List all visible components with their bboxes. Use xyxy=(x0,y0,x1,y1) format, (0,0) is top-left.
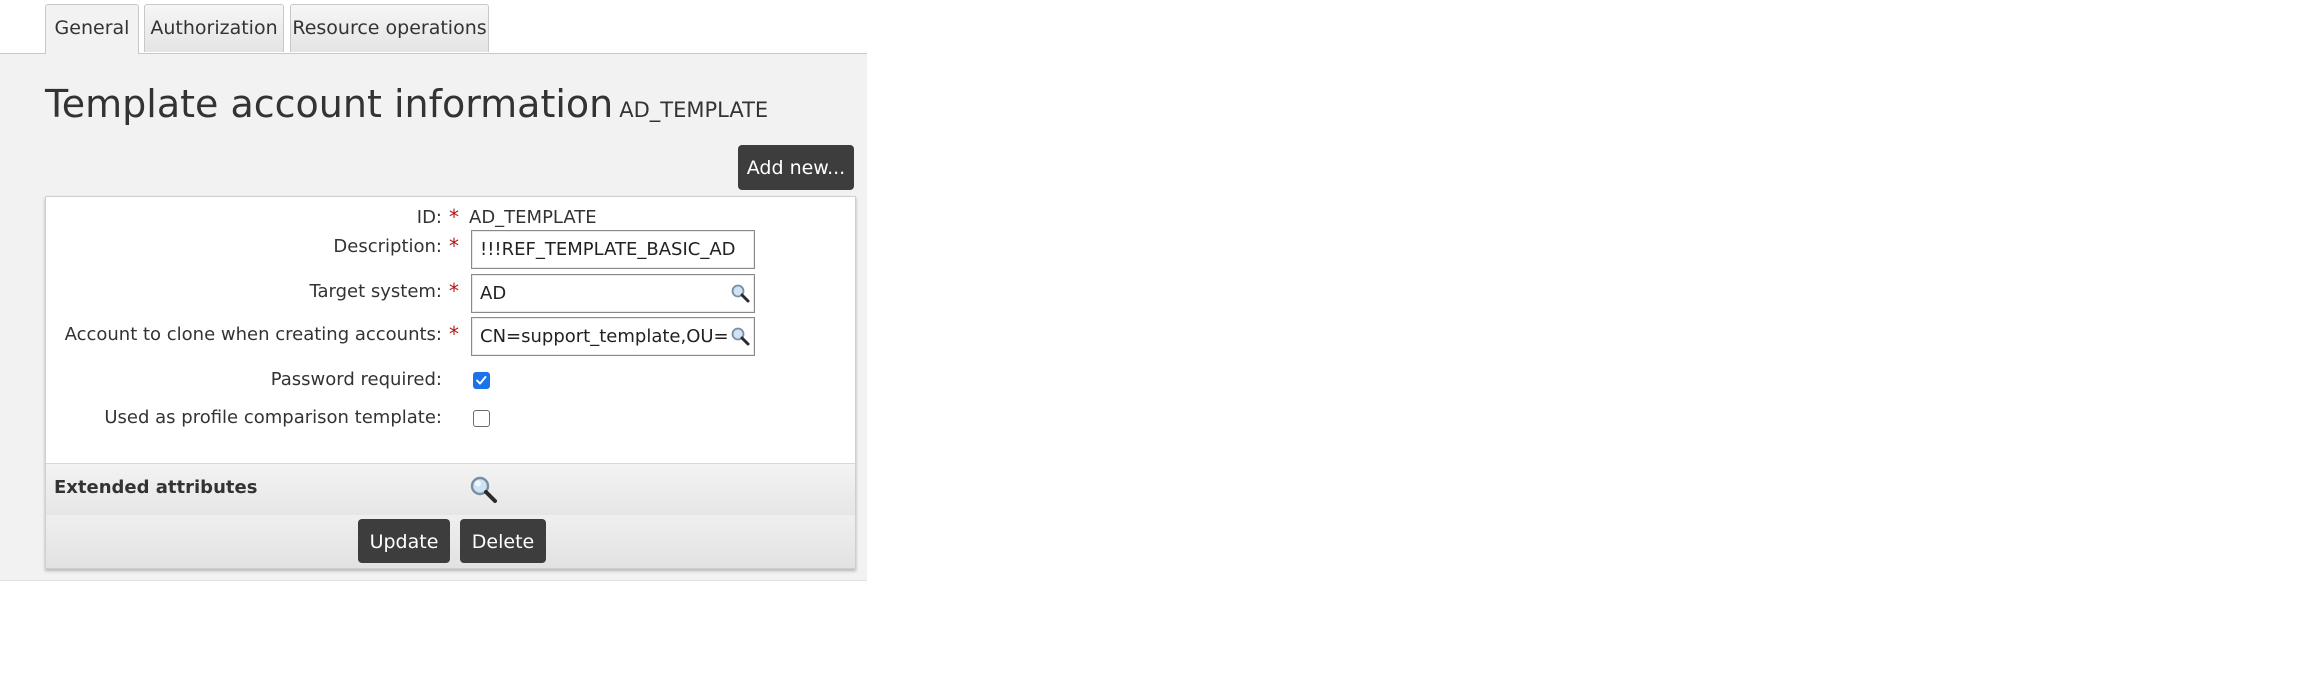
description-label: Description: xyxy=(333,236,442,257)
target-system-value: AD xyxy=(480,283,507,304)
extended-attributes-label: Extended attributes xyxy=(54,477,258,498)
page-title-text: Template account information xyxy=(45,82,614,126)
account-to-clone-value: CN=support_template,OU=Er xyxy=(480,326,748,347)
description-value: !!!REF_TEMPLATE_BASIC_AD xyxy=(480,239,736,260)
required-marker: * xyxy=(449,234,459,258)
page-title: Template account information AD_TEMPLATE xyxy=(45,82,768,126)
required-marker: * xyxy=(449,279,459,303)
password-required-checkbox[interactable] xyxy=(473,372,490,389)
delete-button[interactable]: Delete xyxy=(460,519,546,563)
target-system-field[interactable]: AD xyxy=(471,274,755,313)
app-root: General Authorization Resource operation… xyxy=(0,0,2305,697)
form-actions-bar: Update Delete xyxy=(46,515,855,568)
tab-general[interactable]: General xyxy=(45,4,139,54)
id-label: ID: xyxy=(416,207,442,228)
account-to-clone-field[interactable]: CN=support_template,OU=Er xyxy=(471,317,755,356)
target-system-label: Target system: xyxy=(309,281,442,302)
profile-comparison-checkbox[interactable] xyxy=(473,410,490,427)
checkmark-icon xyxy=(476,376,487,385)
tab-authorization[interactable]: Authorization xyxy=(144,4,284,52)
id-value: AD_TEMPLATE xyxy=(469,207,597,228)
page-subtitle: AD_TEMPLATE xyxy=(619,98,769,122)
tab-bar: General Authorization Resource operation… xyxy=(0,0,867,54)
template-form: ID: * AD_TEMPLATE Description: * !!!REF_… xyxy=(45,196,856,569)
magnifier-icon[interactable] xyxy=(730,283,750,303)
account-to-clone-label: Account to clone when creating accounts: xyxy=(64,324,442,345)
magnifier-icon[interactable] xyxy=(730,326,750,346)
add-new-button[interactable]: Add new... xyxy=(738,145,854,190)
magnifier-icon[interactable] xyxy=(468,474,498,504)
extended-attributes-bar: Extended attributes xyxy=(46,463,855,516)
update-button[interactable]: Update xyxy=(358,519,450,563)
profile-comparison-label: Used as profile comparison template: xyxy=(104,407,442,428)
password-required-label: Password required: xyxy=(270,369,442,390)
content-panel: General Authorization Resource operation… xyxy=(0,0,867,581)
required-marker: * xyxy=(449,205,459,229)
required-marker: * xyxy=(449,322,459,346)
description-field[interactable]: !!!REF_TEMPLATE_BASIC_AD xyxy=(471,230,755,269)
tab-resource-operations[interactable]: Resource operations xyxy=(290,4,489,52)
